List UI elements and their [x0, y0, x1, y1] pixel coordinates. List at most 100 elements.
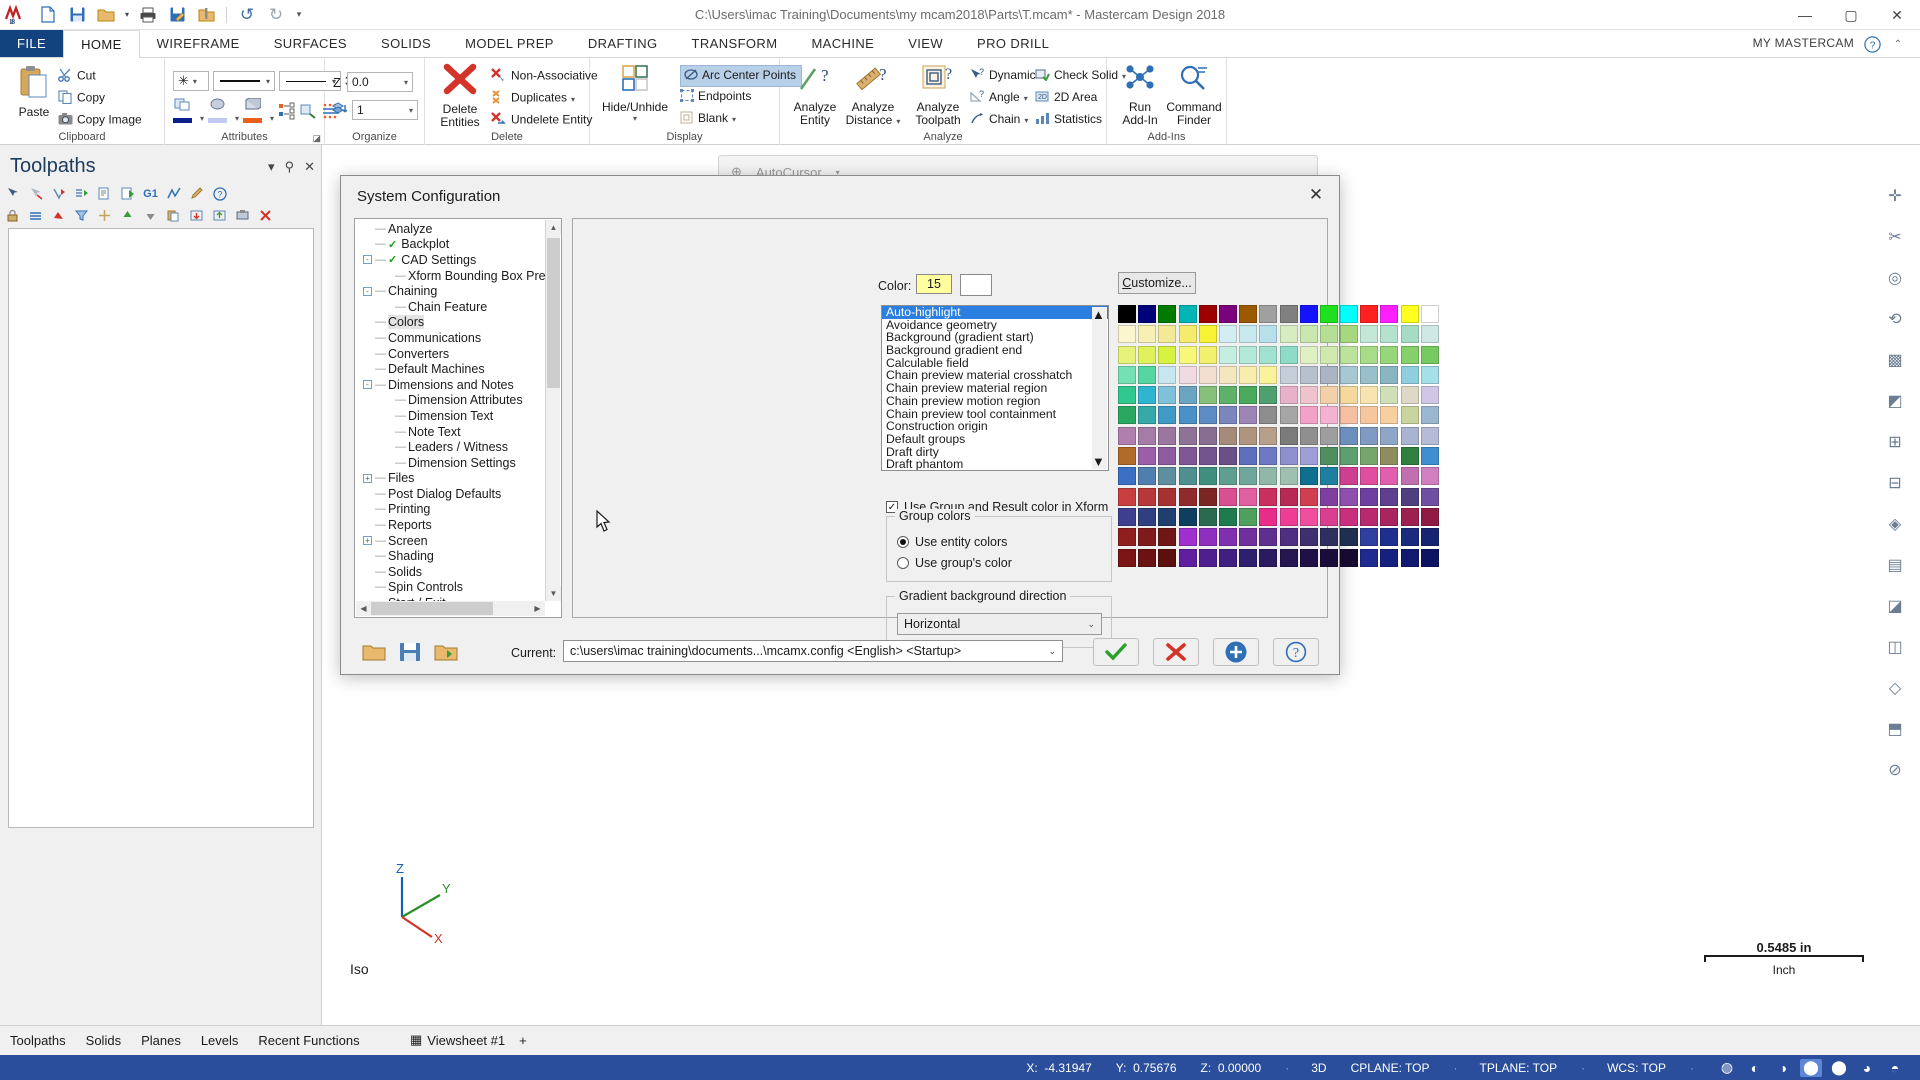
- tree-item-converters[interactable]: — Converters: [357, 346, 545, 362]
- shaded-solid-icon[interactable]: ⬤: [1828, 1059, 1850, 1077]
- palette-swatch[interactable]: [1360, 528, 1379, 547]
- translucent-icon[interactable]: ◕: [1856, 1059, 1878, 1077]
- list-vertical-scrollbar[interactable]: ▲ ▼: [1092, 307, 1107, 469]
- tree-item-files[interactable]: + — Files: [357, 471, 545, 487]
- palette-swatch[interactable]: [1218, 325, 1237, 344]
- palette-swatch[interactable]: [1400, 487, 1419, 506]
- palette-swatch[interactable]: [1380, 365, 1399, 384]
- palette-swatch[interactable]: [1299, 305, 1318, 323]
- palette-swatch[interactable]: [1178, 345, 1197, 364]
- tree-item-analyze[interactable]: — Analyze: [357, 221, 545, 237]
- palette-swatch[interactable]: [1360, 345, 1379, 364]
- palette-swatch[interactable]: [1360, 507, 1379, 526]
- tree-item-dimension-text[interactable]: — Dimension Text: [357, 408, 545, 424]
- palette-swatch[interactable]: [1360, 467, 1379, 486]
- new-icon[interactable]: [35, 3, 61, 27]
- palette-swatch[interactable]: [1178, 406, 1197, 425]
- palette-swatch[interactable]: [1380, 528, 1399, 547]
- palette-swatch[interactable]: [1178, 507, 1197, 526]
- non-associative-button[interactable]: Non-Associative: [491, 68, 598, 85]
- bottom-tab-recent-functions[interactable]: Recent Functions: [248, 1033, 369, 1048]
- top-view-icon[interactable]: ⊞: [1880, 427, 1910, 457]
- analyze-distance-button[interactable]: ? Analyze Distance ▾: [842, 63, 904, 128]
- expand-toggle-icon[interactable]: +: [363, 473, 372, 483]
- tree-horizontal-scrollbar[interactable]: ◀ ▶: [356, 601, 545, 616]
- system-configuration-dialog[interactable]: System Configuration ✕ — Analyze — ✓ Backplo…: [340, 175, 1459, 675]
- palette-swatch[interactable]: [1198, 406, 1217, 425]
- color-items-listbox[interactable]: Auto-highlight Avoidance geometry Backgrou…: [881, 305, 1109, 471]
- lock-icon[interactable]: [4, 207, 21, 224]
- section-view-icon[interactable]: ⬒: [1880, 714, 1910, 744]
- palette-swatch[interactable]: [1420, 386, 1439, 405]
- palette-swatch[interactable]: [1279, 386, 1298, 405]
- palette-swatch[interactable]: [1239, 386, 1258, 405]
- status-mode-3d[interactable]: 3D: [1311, 1061, 1326, 1075]
- zoom-target-icon[interactable]: ◎: [1880, 263, 1910, 293]
- palette-swatch[interactable]: [1218, 305, 1237, 323]
- palette-swatch[interactable]: [1118, 365, 1136, 384]
- palette-swatch[interactable]: [1420, 507, 1439, 526]
- palette-swatch[interactable]: [1198, 426, 1217, 445]
- wireframe-icon[interactable]: ◍: [1716, 1059, 1738, 1077]
- palette-swatch[interactable]: [1299, 386, 1318, 405]
- palette-swatch[interactable]: [1178, 548, 1197, 567]
- palette-swatch[interactable]: [1299, 548, 1318, 567]
- palette-swatch[interactable]: [1239, 365, 1258, 384]
- quick-access-toolbar[interactable]: ▾ ↺ ↻ ▾: [31, 3, 306, 27]
- palette-swatch[interactable]: [1360, 305, 1379, 323]
- material-icon[interactable]: ◓: [1884, 1059, 1906, 1077]
- save-icon[interactable]: [64, 3, 90, 27]
- palette-swatch[interactable]: [1420, 305, 1439, 323]
- redo-icon[interactable]: ↻: [263, 3, 289, 27]
- ribbon-tab-wireframe[interactable]: WIREFRAME: [140, 30, 257, 57]
- collapse-toggle-icon[interactable]: -: [363, 286, 372, 296]
- palette-swatch[interactable]: [1279, 507, 1298, 526]
- hidden-lines-icon[interactable]: ◐: [1744, 1059, 1766, 1077]
- palette-swatch[interactable]: [1360, 365, 1379, 384]
- palette-swatch[interactable]: [1279, 487, 1298, 506]
- palette-swatch[interactable]: [1218, 528, 1237, 547]
- palette-swatch[interactable]: [1400, 406, 1419, 425]
- palette-swatch[interactable]: [1299, 325, 1318, 344]
- collapse-toggle-icon[interactable]: -: [363, 380, 372, 390]
- delete-entities-button[interactable]: Delete Entities: [431, 63, 489, 129]
- bottom-tab-levels[interactable]: Levels: [191, 1033, 249, 1048]
- palette-swatch[interactable]: [1158, 528, 1177, 547]
- palette-swatch[interactable]: [1279, 345, 1298, 364]
- palette-swatch[interactable]: [1198, 507, 1217, 526]
- palette-swatch[interactable]: [1319, 365, 1338, 384]
- palette-swatch[interactable]: [1239, 447, 1258, 466]
- status-bar[interactable]: X: -4.31947 Y: 0.75676 Z: 0.00000 · 3D C…: [0, 1055, 1920, 1080]
- palette-swatch[interactable]: [1380, 548, 1399, 567]
- attributes-dialog-launcher[interactable]: ◪: [312, 133, 321, 144]
- palette-swatch[interactable]: [1360, 406, 1379, 425]
- command-finder-button[interactable]: Command Finder: [1165, 63, 1223, 127]
- palette-swatch[interactable]: [1239, 487, 1258, 506]
- palette-swatch[interactable]: [1138, 528, 1157, 547]
- tree-item-leaders-witness[interactable]: — Leaders / Witness: [357, 439, 545, 455]
- palette-swatch[interactable]: [1178, 325, 1197, 344]
- color-list-item[interactable]: Chain preview material region: [882, 382, 1108, 395]
- my-mastercam-label[interactable]: MY MASTERCAM: [1753, 36, 1854, 50]
- front-view-icon[interactable]: ⊟: [1880, 468, 1910, 498]
- palette-swatch[interactable]: [1400, 365, 1419, 384]
- palette-swatch[interactable]: [1279, 426, 1298, 445]
- palette-swatch[interactable]: [1319, 487, 1338, 506]
- palette-swatch[interactable]: [1380, 426, 1399, 445]
- tree-item-colors[interactable]: — Colors: [357, 315, 545, 331]
- tree-vertical-scrollbar[interactable]: ▲ ▼: [545, 220, 561, 601]
- angle-button[interactable]: ? Angle ▾: [970, 89, 1028, 106]
- regen-all-icon[interactable]: [73, 185, 90, 202]
- palette-swatch[interactable]: [1138, 426, 1157, 445]
- viewsheet-tab[interactable]: ▦ Viewsheet #1: [410, 1032, 505, 1048]
- status-wcs[interactable]: WCS: TOP: [1607, 1061, 1666, 1075]
- customize-qat-icon[interactable]: ▾: [292, 3, 306, 27]
- palette-swatch[interactable]: [1360, 426, 1379, 445]
- tree-scroll-thumb[interactable]: [547, 238, 560, 388]
- status-cplane[interactable]: CPLANE: TOP: [1351, 1061, 1430, 1075]
- palette-swatch[interactable]: [1420, 447, 1439, 466]
- palette-swatch[interactable]: [1198, 305, 1217, 323]
- tree-scroll-left-icon[interactable]: ◀: [356, 601, 371, 616]
- color-list-item[interactable]: Auto-highlight: [882, 306, 1108, 319]
- palette-swatch[interactable]: [1118, 325, 1136, 344]
